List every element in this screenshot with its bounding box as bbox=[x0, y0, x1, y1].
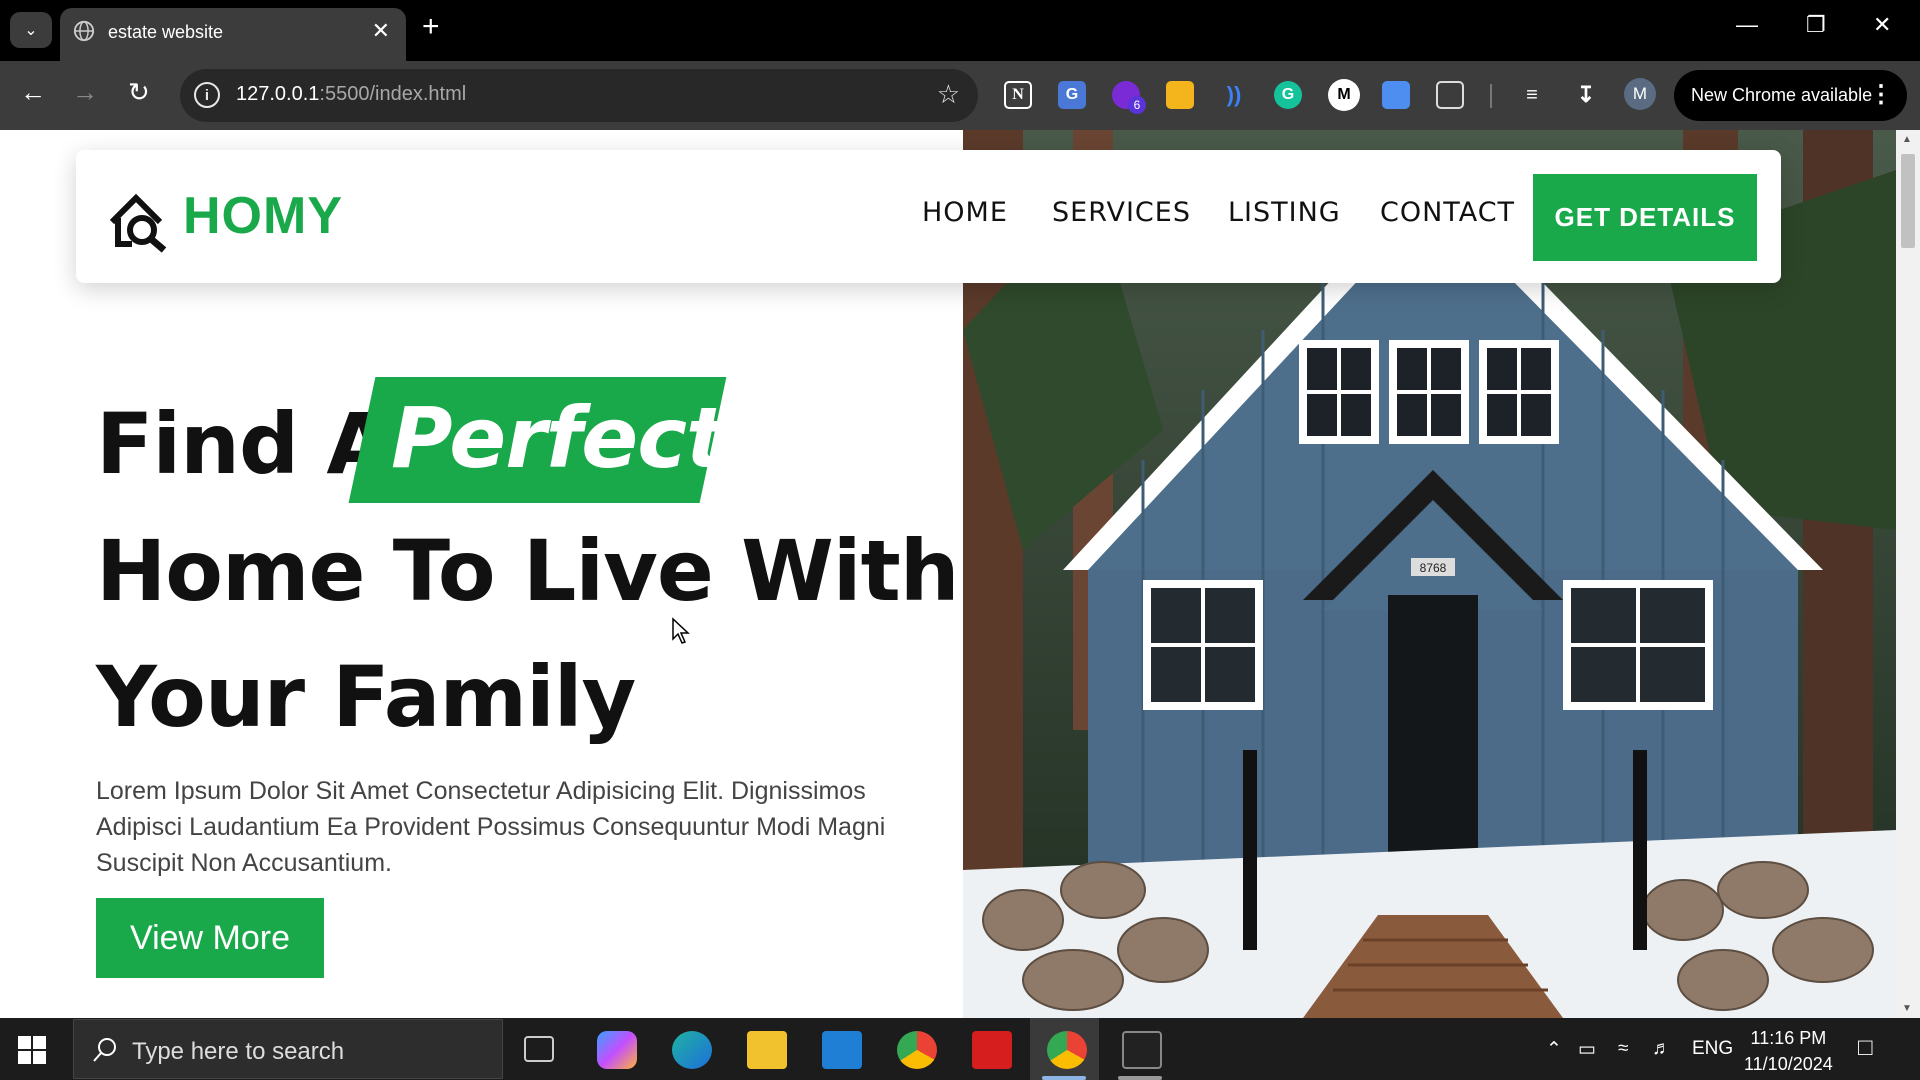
reload-icon[interactable]: ↻ bbox=[128, 79, 150, 105]
forward-arrow-icon[interactable]: → bbox=[72, 79, 98, 105]
toolbar-divider bbox=[1490, 84, 1492, 108]
notion-extension-icon[interactable]: N bbox=[1004, 81, 1032, 109]
browser-toolbar: ← → ↻ i 127.0.0.1:5500/index.html ☆ N G … bbox=[0, 61, 1920, 130]
close-tab-icon[interactable]: ✕ bbox=[372, 18, 390, 44]
clock-date: 11/10/2024 bbox=[1744, 1054, 1833, 1074]
terminal-icon[interactable] bbox=[1122, 1031, 1162, 1069]
taskbar-search-placeholder: Type here to search bbox=[132, 1038, 345, 1065]
headline-line2: Home To Live With bbox=[96, 522, 960, 620]
windows-taskbar: Type here to search ⌃ ▭ ≈ ♬ ENG 11:16 PM… bbox=[0, 1018, 1920, 1080]
edge-browser-icon[interactable] bbox=[672, 1031, 712, 1069]
wifi-icon[interactable]: ≈ bbox=[1618, 1038, 1628, 1060]
chrome-profile-icon[interactable] bbox=[1047, 1031, 1087, 1069]
nav-link-listing[interactable]: LISTING bbox=[1228, 197, 1341, 228]
globe-icon bbox=[73, 20, 95, 42]
copilot-icon[interactable] bbox=[597, 1031, 637, 1069]
file-explorer-icon[interactable] bbox=[747, 1031, 787, 1069]
nav-link-contact[interactable]: CONTACT bbox=[1380, 197, 1515, 228]
search-icon bbox=[93, 1038, 116, 1062]
medium-extension-icon[interactable]: M bbox=[1328, 79, 1360, 111]
chevron-up-icon[interactable]: ⌃ bbox=[1546, 1038, 1562, 1061]
download-icon[interactable]: ↧ bbox=[1572, 81, 1600, 109]
clock-time: 11:16 PM bbox=[1750, 1028, 1827, 1048]
extensions-puzzle-icon[interactable] bbox=[1436, 81, 1464, 109]
taskbar-search-box[interactable]: Type here to search bbox=[73, 1019, 503, 1079]
menu-dots-icon[interactable]: ⋮ bbox=[1869, 80, 1893, 109]
task-view-icon[interactable] bbox=[524, 1036, 554, 1062]
address-bar[interactable]: i 127.0.0.1:5500/index.html ☆ bbox=[180, 69, 978, 122]
headline-line1: Find A bbox=[96, 395, 391, 493]
vscode-icon[interactable] bbox=[822, 1031, 862, 1069]
language-indicator[interactable]: ENG bbox=[1692, 1038, 1733, 1060]
browser-tab[interactable]: estate website ✕ bbox=[60, 8, 406, 61]
speaker-icon[interactable]: ♬ bbox=[1652, 1038, 1671, 1060]
media-queue-icon[interactable]: ≡ bbox=[1518, 81, 1546, 109]
browser-tab-strip: ⌄ estate website ✕ + — ❐ ✕ bbox=[0, 0, 1920, 61]
tab-title: estate website bbox=[108, 22, 224, 42]
notification-icon[interactable]: □ bbox=[1858, 1034, 1873, 1062]
view-more-button[interactable]: View More bbox=[96, 898, 324, 978]
url-host: 127.0.0.1 bbox=[236, 83, 320, 105]
windows-start-icon[interactable] bbox=[18, 1036, 46, 1064]
restore-icon[interactable]: ❐ bbox=[1806, 12, 1826, 38]
system-clock[interactable]: 11:16 PM 11/10/2024 bbox=[1744, 1025, 1833, 1077]
headline-line3: Your Family bbox=[96, 648, 636, 746]
page-viewport: 8768 HOMY HOME SERVICES LISTING CONTACT … bbox=[0, 130, 1920, 1018]
bookmark-star-icon[interactable]: ☆ bbox=[937, 79, 960, 110]
house-number: 8768 bbox=[1420, 561, 1447, 575]
headline-highlight-word: Perfect bbox=[391, 389, 726, 487]
profile-avatar[interactable]: M bbox=[1624, 78, 1656, 110]
mouse-cursor-icon bbox=[672, 617, 690, 644]
nav-link-home[interactable]: HOME bbox=[922, 197, 1008, 228]
scroll-up-arrow-icon[interactable]: ▲ bbox=[1902, 134, 1912, 145]
close-window-icon[interactable]: ✕ bbox=[1873, 12, 1891, 38]
translate-extension-icon[interactable]: G bbox=[1058, 81, 1086, 109]
battery-icon[interactable]: ▭ bbox=[1578, 1038, 1596, 1061]
site-logo-text[interactable]: HOMY bbox=[183, 186, 343, 246]
get-details-button[interactable]: GET DETAILS bbox=[1533, 174, 1757, 261]
chrome-update-button[interactable]: New Chrome available ⋮ bbox=[1674, 70, 1907, 121]
scroll-down-arrow-icon[interactable]: ▼ bbox=[1902, 1003, 1912, 1014]
nav-link-services[interactable]: SERVICES bbox=[1052, 197, 1191, 228]
url-path: :5500/index.html bbox=[319, 83, 467, 105]
running-app-indicator bbox=[1118, 1076, 1162, 1080]
read-aloud-extension-icon[interactable]: )) bbox=[1220, 81, 1248, 109]
chrome-icon[interactable] bbox=[897, 1031, 937, 1069]
back-arrow-icon[interactable]: ← bbox=[20, 79, 46, 105]
grammarly-extension-icon[interactable]: G bbox=[1274, 81, 1302, 109]
hero-description: Lorem Ipsum Dolor Sit Amet Consectetur A… bbox=[96, 777, 886, 877]
site-info-icon[interactable]: i bbox=[194, 82, 220, 108]
keep-notes-extension-icon[interactable] bbox=[1166, 81, 1194, 109]
new-tab-plus-icon[interactable]: + bbox=[422, 10, 440, 44]
docs-extension-icon[interactable] bbox=[1382, 81, 1410, 109]
address-url[interactable]: 127.0.0.1:5500/index.html bbox=[236, 83, 466, 106]
extension-badge: 6 bbox=[1128, 96, 1146, 114]
minimize-icon[interactable]: — bbox=[1736, 12, 1758, 38]
scrollbar-thumb[interactable] bbox=[1901, 154, 1915, 248]
tab-search-button[interactable]: ⌄ bbox=[10, 12, 52, 48]
site-navbar: HOMY HOME SERVICES LISTING CONTACT GET D… bbox=[76, 150, 1781, 283]
page-scrollbar[interactable]: ▲ ▼ bbox=[1896, 130, 1920, 1018]
active-app-indicator bbox=[1042, 1076, 1086, 1080]
acrobat-icon[interactable] bbox=[972, 1031, 1012, 1069]
chevron-down-icon: ⌄ bbox=[24, 22, 38, 39]
house-search-logo-icon bbox=[109, 193, 167, 253]
update-label: New Chrome available bbox=[1691, 85, 1873, 105]
